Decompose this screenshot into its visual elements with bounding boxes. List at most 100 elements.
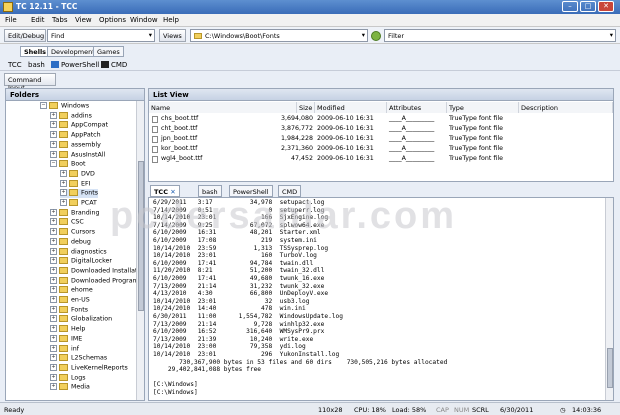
tree-item[interactable]: + addins <box>50 111 92 121</box>
expand-toggle-icon[interactable]: + <box>50 266 57 274</box>
edit-debug-button[interactable]: Edit/Debug <box>4 29 46 42</box>
expand-toggle-icon[interactable]: + <box>50 228 57 236</box>
expand-toggle-icon[interactable]: + <box>50 296 57 303</box>
expand-toggle-icon[interactable]: + <box>50 315 57 323</box>
go-icon[interactable] <box>371 31 381 41</box>
table-row[interactable]: chs_boot.ttf 3,694,080 2009-06-10 16:31 ___… <box>149 115 613 124</box>
expand-toggle-icon[interactable]: + <box>50 121 57 129</box>
column-header-name[interactable]: Name <box>149 102 297 113</box>
shell-cmd[interactable]: CMD <box>111 61 127 69</box>
shell-bash[interactable]: bash <box>28 61 45 69</box>
expand-toggle-icon[interactable]: + <box>50 305 57 313</box>
expand-toggle-icon[interactable]: + <box>50 140 57 148</box>
tree-item[interactable]: + Cursors <box>50 228 95 237</box>
chevron-down-icon[interactable]: ▾ <box>610 31 613 39</box>
tree-item[interactable]: + Downloaded Installat <box>50 266 137 276</box>
tree-item[interactable]: + Branding <box>50 208 100 218</box>
title-bar[interactable]: TC 12.11 - TCC – □ ✕ <box>0 0 620 14</box>
expand-toggle-icon[interactable]: + <box>60 179 67 187</box>
expand-toggle-icon[interactable]: + <box>50 257 57 265</box>
close-icon[interactable]: ✕ <box>170 188 175 196</box>
console-tab-powershell[interactable]: PowerShell <box>229 185 273 197</box>
menu-help[interactable]: Help <box>163 16 179 24</box>
tree-item[interactable]: − Windows <box>40 102 89 111</box>
chevron-down-icon[interactable]: ▾ <box>149 31 152 39</box>
tree-item[interactable]: + Logs <box>50 373 86 383</box>
expand-toggle-icon[interactable]: + <box>50 111 57 119</box>
tree-item[interactable]: − Boot <box>50 160 86 169</box>
expand-toggle-icon[interactable]: + <box>50 286 57 294</box>
find-input[interactable]: Find ▾ <box>47 29 155 42</box>
maximize-button[interactable]: □ <box>580 1 596 12</box>
expand-toggle-icon[interactable]: + <box>50 131 57 139</box>
minimize-button[interactable]: – <box>562 1 578 12</box>
expand-toggle-icon[interactable]: + <box>50 363 57 371</box>
scrollbar-thumb[interactable] <box>607 348 613 388</box>
tab-shells[interactable]: Shells <box>20 46 51 57</box>
table-row[interactable]: cht_boot.ttf 3,876,772 2009-06-10 16:31 ___… <box>149 125 613 134</box>
expand-toggle-icon[interactable]: + <box>50 247 57 255</box>
tree-item[interactable]: + EFI <box>60 179 90 189</box>
shell-tcc[interactable]: TCC <box>8 61 22 69</box>
expand-toggle-icon[interactable]: − <box>50 160 57 168</box>
column-header-type[interactable]: Type <box>447 102 519 113</box>
column-header-modified[interactable]: Modified <box>315 102 387 113</box>
tree-item[interactable]: + IME <box>50 334 82 344</box>
tree-item[interactable]: + AsusInstAll <box>50 150 105 160</box>
expand-toggle-icon[interactable]: + <box>50 208 57 216</box>
expand-toggle-icon[interactable]: + <box>60 199 67 206</box>
menu-file[interactable]: File <box>5 16 17 24</box>
expand-toggle-icon[interactable]: + <box>50 325 57 333</box>
expand-toggle-icon[interactable]: + <box>50 334 57 342</box>
chevron-down-icon[interactable]: ▾ <box>362 31 365 39</box>
tree-item[interactable]: + DVD <box>60 169 95 179</box>
expand-toggle-icon[interactable]: + <box>50 373 57 381</box>
expand-toggle-icon[interactable]: + <box>50 354 57 362</box>
expand-toggle-icon[interactable]: + <box>60 189 67 197</box>
tree-item[interactable]: + diagnostics <box>50 247 107 257</box>
table-row[interactable]: jpn_boot.ttf 1,984,228 2009-06-10 16:31 ___… <box>149 135 613 144</box>
command-input-button[interactable]: Command Input <box>4 73 56 92</box>
tree-item[interactable]: + en-US <box>50 296 90 305</box>
expand-toggle-icon[interactable]: + <box>50 237 57 245</box>
expand-toggle-icon[interactable]: + <box>60 169 67 177</box>
console-output[interactable]: 6/29/2011 3:17 34,978 setupact.log 7/14/2… <box>148 197 614 401</box>
tree-item[interactable]: + PCAT <box>60 199 97 208</box>
menu-window[interactable]: Window <box>130 16 158 24</box>
tree-item[interactable]: + LiveKernelReports <box>50 363 128 373</box>
tree-item[interactable]: + inf <box>50 344 79 354</box>
tree-item[interactable]: + Globalization <box>50 315 112 324</box>
tree-item[interactable]: + AppPatch <box>50 131 101 140</box>
folders-scrollbar[interactable] <box>136 101 144 400</box>
tree-item[interactable]: + AppCompat <box>50 121 108 130</box>
tree-item[interactable]: + Help <box>50 325 85 334</box>
filter-input[interactable]: Filter ▾ <box>384 29 616 42</box>
expand-toggle-icon[interactable]: + <box>50 150 57 158</box>
tab-games[interactable]: Games <box>93 46 124 57</box>
tree-item[interactable]: + Downloaded Program <box>50 276 139 286</box>
column-header-attributes[interactable]: Attributes <box>387 102 447 113</box>
table-row[interactable]: wgl4_boot.ttf 47,452 2009-06-10 16:31 ____A… <box>149 155 613 164</box>
console-tab-cmd[interactable]: CMD <box>278 185 302 197</box>
menu-options[interactable]: Options <box>99 16 126 24</box>
menu-edit[interactable]: Edit <box>31 16 45 24</box>
scrollbar-thumb[interactable] <box>138 161 144 311</box>
tree-item[interactable]: + Media <box>50 383 90 392</box>
expand-toggle-icon[interactable]: − <box>40 102 47 109</box>
tree-item[interactable]: + Fonts <box>50 305 88 315</box>
tree-item[interactable]: + assembly <box>50 140 101 150</box>
shell-powershell[interactable]: PowerShell <box>61 61 99 69</box>
tree-item[interactable]: + DigitalLocker <box>50 257 112 266</box>
menu-view[interactable]: View <box>75 16 92 24</box>
expand-toggle-icon[interactable]: + <box>50 276 57 284</box>
close-button[interactable]: ✕ <box>598 1 614 12</box>
tree-item[interactable]: + debug <box>50 237 91 247</box>
tab-development[interactable]: Development <box>47 46 99 57</box>
expand-toggle-icon[interactable]: + <box>50 218 57 226</box>
console-tab-bash[interactable]: bash <box>198 185 222 197</box>
expand-toggle-icon[interactable]: + <box>50 344 57 352</box>
tree-item[interactable]: + Fonts <box>60 189 98 199</box>
table-row[interactable]: kor_boot.ttf 2,371,360 2009-06-10 16:31 ___… <box>149 145 613 154</box>
tree-item[interactable]: + ehome <box>50 286 93 295</box>
expand-toggle-icon[interactable]: + <box>50 383 57 391</box>
